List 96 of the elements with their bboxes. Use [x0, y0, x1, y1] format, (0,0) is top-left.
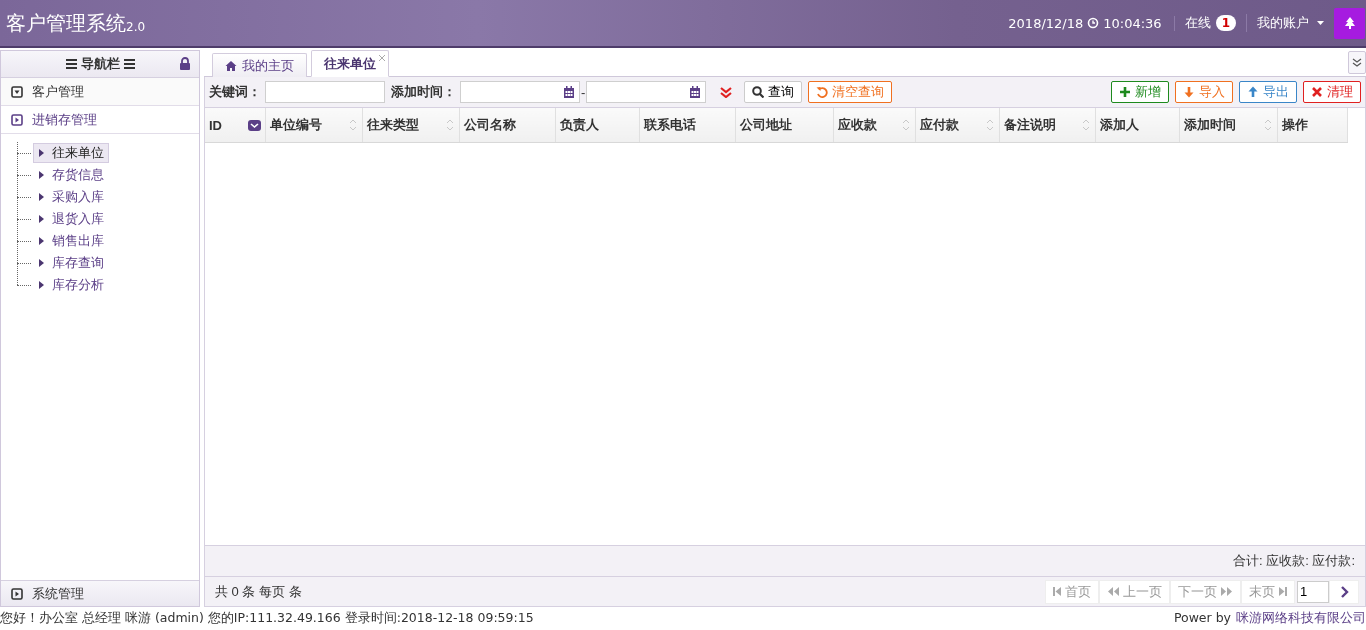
online-count-badge: 1	[1215, 15, 1236, 31]
double-chevron-icon[interactable]	[720, 86, 733, 98]
double-right-icon	[1221, 586, 1233, 597]
user-info-text: 您好！办公室 总经理 咪游 (admin) 您的IP:111.32.49.166 登录时间:2018-12-18 09:59:15	[0, 610, 534, 627]
date-label: 添加时间：	[391, 83, 456, 101]
account-menu[interactable]: 我的账户	[1247, 14, 1334, 32]
page-info: 共 0 条 每页 条	[215, 582, 302, 601]
go-page-button[interactable]	[1329, 579, 1359, 604]
home-icon	[225, 59, 237, 72]
nav-section[interactable]: 系统管理	[1, 580, 199, 606]
tree-item[interactable]: 销售出库	[33, 231, 109, 251]
sort-icon	[900, 119, 911, 131]
tree-item[interactable]: 往来单位	[33, 143, 109, 163]
expand-icon	[11, 587, 23, 600]
tree-item[interactable]: 退货入库	[33, 209, 109, 229]
summary-text: 合计: 应收款: 应付款:	[205, 546, 1365, 577]
expand-icon	[11, 113, 23, 126]
column-title: 应收款	[837, 116, 877, 134]
arrow-down-icon	[1183, 86, 1195, 98]
sort-icon	[1080, 119, 1091, 131]
tab[interactable]: 我的主页	[212, 53, 307, 77]
collapse-icon	[11, 85, 23, 98]
column-header[interactable]: 单位编号	[265, 108, 362, 143]
power-by-label: Power by	[1173, 610, 1231, 627]
tab[interactable]: 往来单位	[311, 50, 389, 77]
add-button[interactable]: 新增	[1111, 81, 1169, 103]
nav-title: 导航栏	[80, 55, 120, 73]
column-title: 应付款	[919, 116, 959, 134]
clear-button[interactable]: 清理	[1303, 81, 1361, 103]
keyword-label: 关键词：	[209, 83, 261, 101]
calendar-icon	[563, 86, 575, 98]
column-title: 操作	[1281, 116, 1308, 134]
triangle-icon	[38, 170, 44, 180]
caret-icon	[1317, 21, 1324, 25]
column-header[interactable]: 往来类型	[362, 108, 459, 143]
column-menu-icon[interactable]	[247, 119, 261, 131]
date-text: 2018/12/18	[1008, 15, 1084, 31]
double-left-icon	[1107, 586, 1119, 597]
collapse-button[interactable]	[1348, 51, 1366, 74]
column-title: ID	[209, 117, 222, 133]
company-link[interactable]: 咪游网络科技有限公司	[1236, 610, 1366, 627]
lock-icon	[179, 57, 191, 71]
search-icon	[752, 86, 765, 98]
online-label: 在线	[1184, 14, 1211, 32]
triangle-icon	[38, 192, 44, 202]
cross-icon	[1311, 86, 1323, 98]
column-header[interactable]: 应收款	[833, 108, 915, 143]
tree-item[interactable]: 采购入库	[33, 187, 109, 207]
tree-item[interactable]: 库存查询	[33, 253, 109, 273]
menu-icon	[123, 58, 135, 70]
column-title: 备注说明	[1003, 116, 1056, 134]
tree-button[interactable]	[1334, 7, 1365, 39]
sort-icon	[984, 119, 995, 131]
time-text: 10:04:36	[1103, 15, 1162, 31]
triangle-icon	[38, 148, 44, 158]
column-header[interactable]: 应付款	[915, 108, 999, 143]
export-button[interactable]: 导出	[1239, 81, 1297, 103]
column-title: 添加人	[1099, 116, 1139, 134]
column-title: 负责人	[559, 116, 599, 134]
triangle-icon	[38, 236, 44, 246]
date-input[interactable]	[586, 81, 707, 103]
plus-icon	[1119, 86, 1131, 98]
chevron-right-icon	[1339, 585, 1349, 598]
calendar-icon	[689, 86, 702, 98]
page-number-input[interactable]: 1	[1297, 580, 1329, 603]
menu-icon	[65, 58, 77, 70]
search-button[interactable]: 查询	[744, 81, 803, 103]
column-header[interactable]: 添加时间	[1179, 108, 1277, 143]
sort-icon	[347, 119, 358, 131]
column-title: 单位编号	[269, 116, 322, 134]
last-page-icon	[1279, 586, 1287, 597]
tree-item[interactable]: 库存分析	[33, 275, 109, 295]
first-page-icon	[1053, 586, 1061, 597]
triangle-icon	[38, 214, 44, 224]
undo-icon	[816, 86, 829, 98]
date-input[interactable]	[460, 81, 580, 103]
nav-section[interactable]: 客户管理	[1, 78, 199, 106]
column-title: 公司名称	[463, 116, 516, 134]
arrow-up-icon	[1247, 86, 1259, 98]
column-header[interactable]: 备注说明	[999, 108, 1095, 143]
clock-icon	[1087, 17, 1100, 29]
app-title: 客户管理系统	[6, 9, 126, 37]
sort-icon	[444, 119, 455, 131]
triangle-icon	[38, 280, 44, 290]
app-version: 2.0	[126, 19, 146, 36]
date-separator: -	[581, 84, 586, 100]
column-title: 联系电话	[643, 116, 696, 134]
column-title: 添加时间	[1183, 116, 1236, 134]
tree-item[interactable]: 存货信息	[33, 165, 109, 185]
double-chevron-icon	[1352, 58, 1362, 67]
column-title: 往来类型	[366, 116, 419, 134]
column-title: 公司地址	[739, 116, 792, 134]
keyword-input[interactable]	[265, 81, 385, 103]
triangle-icon	[38, 258, 44, 268]
tree-icon	[1343, 17, 1356, 29]
sort-icon	[1262, 119, 1273, 131]
